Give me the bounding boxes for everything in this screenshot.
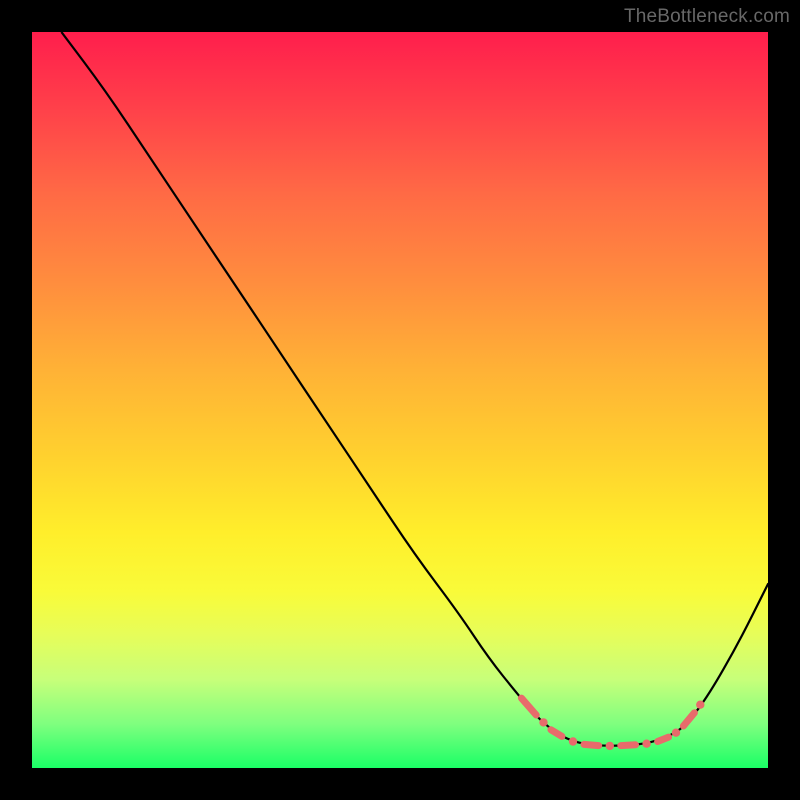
marker-dash (621, 745, 636, 746)
marker-dot (642, 740, 650, 748)
marker-dot (672, 729, 680, 737)
marker-dash (551, 730, 562, 737)
marker-dash (658, 737, 669, 741)
marker-dot (539, 718, 547, 726)
marker-dash (683, 713, 694, 726)
marker-dot (569, 737, 577, 745)
plot-area (32, 32, 768, 768)
optimal-range-markers (521, 698, 704, 750)
marker-dash (584, 744, 599, 745)
bottleneck-curve-line (61, 32, 768, 746)
plot-svg (32, 32, 768, 768)
marker-dot (606, 742, 614, 750)
chart-frame: TheBottleneck.com (0, 0, 800, 800)
watermark-text: TheBottleneck.com (624, 6, 790, 28)
marker-dash (521, 698, 536, 715)
marker-dot (696, 701, 704, 709)
